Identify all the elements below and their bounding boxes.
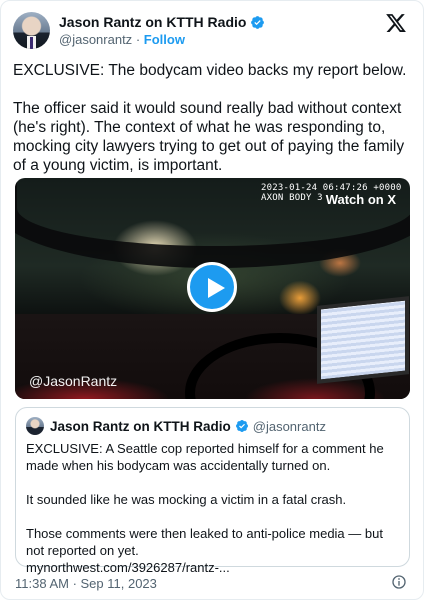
info-icon[interactable] <box>391 574 407 590</box>
quoted-tweet-text: EXCLUSIVE: A Seattle cop reported himsel… <box>26 441 384 575</box>
author-name[interactable]: Jason Rantz on KTTH Radio <box>59 14 246 30</box>
play-icon <box>208 278 225 298</box>
quoted-author-name: Jason Rantz on KTTH Radio <box>50 418 231 434</box>
play-button[interactable] <box>187 262 237 312</box>
video-player[interactable]: 2023-01-24 06:47:26 +0000 AXON BODY 3 Wa… <box>15 178 410 399</box>
watch-on-x-link[interactable]: Watch on X <box>326 192 396 207</box>
tweet-text: EXCLUSIVE: The bodycam video backs my re… <box>13 62 407 174</box>
tweet-timestamp[interactable]: 11:38 AM · Sep 11, 2023 <box>15 576 157 591</box>
laptop-screen <box>317 296 409 384</box>
quoted-avatar <box>26 417 44 435</box>
tweet-header: Jason Rantz on KTTH Radio @jasonrantz · … <box>13 12 413 50</box>
quoted-verified-badge-icon <box>235 420 248 432</box>
handle-separator: · <box>135 32 141 47</box>
author-name-row: Jason Rantz on KTTH Radio <box>59 13 265 31</box>
avatar-tie <box>30 37 33 49</box>
avatar[interactable] <box>13 12 50 49</box>
quoted-tweet[interactable]: Jason Rantz on KTTH Radio @jasonrantz EX… <box>15 407 410 575</box>
follow-button[interactable]: Follow <box>144 32 185 47</box>
x-logo-icon[interactable] <box>385 12 407 34</box>
author-handle-row: @jasonrantz · Follow <box>59 32 185 47</box>
quoted-tweet-header: Jason Rantz on KTTH Radio @jasonrantz <box>26 417 326 435</box>
video-watermark: @JasonRantz <box>29 373 118 389</box>
quoted-author-handle: @jasonrantz <box>252 418 326 434</box>
author-handle[interactable]: @jasonrantz <box>59 32 132 47</box>
tweet-card: Jason Rantz on KTTH Radio @jasonrantz · … <box>0 0 424 600</box>
verified-badge-icon <box>251 15 265 29</box>
